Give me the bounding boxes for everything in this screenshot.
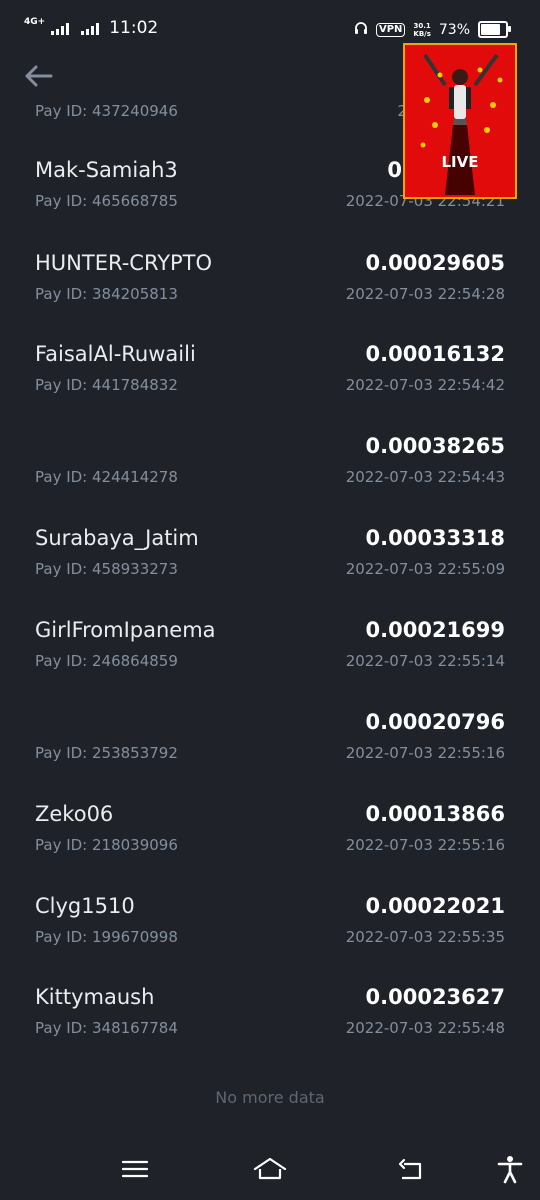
user-name: Clyg1510 <box>35 894 135 918</box>
headphones-icon <box>354 20 368 39</box>
amount: 0.00029605 <box>365 251 505 275</box>
amount: 0.00021699 <box>365 618 505 642</box>
pay-id: Pay ID: 384205813 <box>35 285 178 303</box>
speed-unit: KB/s <box>413 29 431 38</box>
home-icon <box>253 1157 287 1180</box>
system-nav-bar <box>0 1140 540 1200</box>
screen: 4G+ 11:02 VPN 30.1 KB/s 73% Pay ID: 4372… <box>0 0 540 1200</box>
back-nav-icon <box>398 1158 422 1180</box>
network-speed: 30.1 KB/s <box>413 22 430 38</box>
back-button[interactable] <box>24 64 58 92</box>
amount: 0.00033318 <box>365 526 505 550</box>
clock-time: 11:02 <box>109 18 159 38</box>
timestamp: 2022-07-03 22:54:43 <box>345 468 505 486</box>
user-name: FaisalAl-Ruwaili <box>35 342 196 366</box>
live-thumbnail-image <box>405 45 515 197</box>
pay-id: Pay ID: 441784832 <box>35 376 178 394</box>
list-item[interactable]: Kittymaush 0.00023627 Pay ID: 348167784 … <box>35 985 505 1045</box>
list-item[interactable]: HUNTER-CRYPTO 0.00029605 Pay ID: 3842058… <box>35 251 505 311</box>
list-item[interactable]: FaisalAl-Ruwaili 0.00016132 Pay ID: 4417… <box>35 342 505 402</box>
accessibility-button[interactable] <box>496 1154 526 1184</box>
battery-icon <box>478 21 511 38</box>
amount: 0.00022021 <box>365 894 505 918</box>
timestamp: 2022-07-03 22:55:14 <box>345 652 505 670</box>
timestamp: 2022-07-03 22:55:16 <box>345 836 505 854</box>
menu-button[interactable] <box>120 1154 154 1184</box>
back-nav-button[interactable] <box>396 1154 430 1184</box>
live-stream-overlay[interactable]: LIVE <box>403 43 517 199</box>
live-label: LIVE <box>441 153 479 171</box>
pay-id: Pay ID: 253853792 <box>35 744 178 762</box>
list-item[interactable]: 0.00020796 Pay ID: 253853792 2022-07-03 … <box>35 710 505 770</box>
battery-fill <box>481 24 500 35</box>
pay-id: Pay ID: 424414278 <box>35 468 178 486</box>
vpn-icon: VPN <box>375 22 406 37</box>
list-item[interactable]: GirlFromIpanema 0.00021699 Pay ID: 24686… <box>35 618 505 678</box>
arrow-left-icon <box>25 65 53 87</box>
speed-value: 30.1 <box>413 21 431 30</box>
user-name: Mak-Samiah3 <box>35 158 178 182</box>
pay-id: Pay ID: 218039096 <box>35 836 178 854</box>
timestamp: 2022-07-03 22:55:09 <box>345 560 505 578</box>
timestamp: 2022-07-03 22:55:16 <box>345 744 505 762</box>
timestamp: 2022-07-03 22:54:28 <box>345 285 505 303</box>
pay-id: Pay ID: 199670998 <box>35 928 178 946</box>
list-item[interactable]: Clyg1510 0.00022021 Pay ID: 199670998 20… <box>35 894 505 954</box>
amount: 0.00038265 <box>365 434 505 458</box>
home-button[interactable] <box>252 1154 290 1184</box>
amount: 0.00013866 <box>365 802 505 826</box>
pay-id: Pay ID: 246864859 <box>35 652 178 670</box>
signal-icon <box>51 21 70 35</box>
status-right: VPN 30.1 KB/s 73% <box>354 20 511 39</box>
battery-percent: 73% <box>438 21 470 38</box>
timestamp: 2022-07-03 22:54:42 <box>345 376 505 394</box>
user-name: HUNTER-CRYPTO <box>35 251 213 275</box>
timestamp: 2022-07-03 22:55:35 <box>345 928 505 946</box>
user-name: GirlFromIpanema <box>35 618 216 642</box>
amount: 0.00016132 <box>365 342 505 366</box>
status-left: 4G+ 11:02 <box>24 16 159 38</box>
pay-id: Pay ID: 465668785 <box>35 192 178 210</box>
user-name: Kittymaush <box>35 985 155 1009</box>
accessibility-icon <box>497 1156 523 1184</box>
pay-id: Pay ID: 437240946 <box>35 102 178 120</box>
pay-id: Pay ID: 348167784 <box>35 1019 178 1037</box>
timestamp: 2022-07-03 22:55:48 <box>345 1019 505 1037</box>
list-item[interactable]: 0.00038265 Pay ID: 424414278 2022-07-03 … <box>35 434 505 494</box>
list-item[interactable]: Zeko06 0.00013866 Pay ID: 218039096 2022… <box>35 802 505 862</box>
network-type: 4G+ <box>24 16 46 27</box>
pay-id: Pay ID: 458933273 <box>35 560 178 578</box>
no-more-data-label: No more data <box>215 1088 325 1107</box>
user-name: Zeko06 <box>35 802 114 826</box>
menu-icon <box>121 1160 149 1178</box>
user-name: Surabaya_Jatim <box>35 526 199 550</box>
signal-icon-2 <box>81 21 100 35</box>
list-item[interactable]: Surabaya_Jatim 0.00033318 Pay ID: 458933… <box>35 526 505 586</box>
amount: 0.00023627 <box>365 985 505 1009</box>
amount: 0.00020796 <box>365 710 505 734</box>
